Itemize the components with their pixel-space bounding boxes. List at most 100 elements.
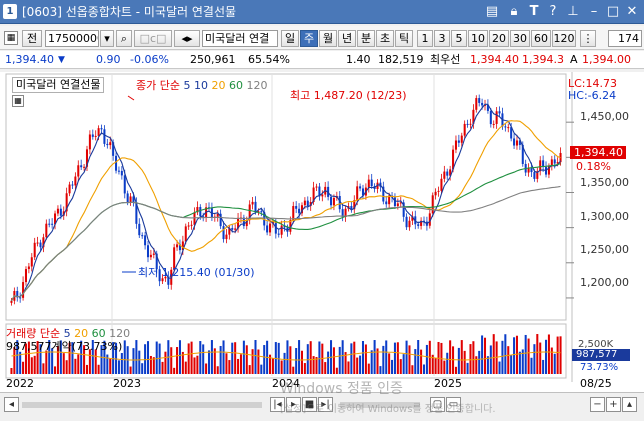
grid-toggle-icon[interactable]: ▦ (12, 95, 24, 107)
chart-legend: 미국달러 연결선물 (12, 77, 105, 93)
vol-ma-5: 5 (63, 327, 71, 340)
volume-bar (117, 360, 120, 374)
prev-next-icon[interactable]: ◂▸ (174, 30, 200, 47)
change-rate: -0.06% (130, 53, 169, 66)
best-ask: 1,394.40 (470, 53, 519, 66)
count-10[interactable]: 10 (468, 30, 488, 47)
volume-bar (370, 350, 373, 374)
font-icon[interactable]: T (526, 4, 542, 20)
volume-bar (399, 359, 402, 374)
period-minute[interactable]: 분 (357, 30, 375, 47)
minimize-icon[interactable]: – (586, 4, 602, 20)
y-tick-1200: 1,200,00 (580, 276, 629, 289)
candle-body (292, 206, 295, 221)
candle-body (417, 224, 420, 226)
layout-icon[interactable]: ▤ (484, 4, 500, 20)
candle-body (33, 242, 36, 258)
volume-bar (286, 340, 289, 374)
period-tick[interactable]: 틱 (395, 30, 413, 47)
count-field[interactable]: 174 (608, 30, 642, 47)
count-60[interactable]: 60 (531, 30, 551, 47)
code-dropdown-icon[interactable]: ▾ (100, 30, 114, 47)
lock-icon[interactable]: 🔒︎ (506, 4, 522, 20)
volume-bar (347, 361, 350, 374)
volume-bar (466, 362, 469, 374)
period-month[interactable]: 월 (319, 30, 337, 47)
period-week[interactable]: 주 (300, 30, 318, 47)
volume-bar (295, 348, 298, 374)
volume-bar (524, 334, 527, 374)
hc-label: HC:-6.24 (568, 89, 617, 102)
volume-bar (42, 363, 45, 374)
volume-bar (146, 341, 150, 374)
low-annotation: 최저 1,215.40 (01/30) (138, 266, 255, 279)
count-3[interactable]: 3 (434, 30, 450, 47)
candle-body (332, 197, 335, 206)
candle-body (80, 165, 83, 168)
candle-body (443, 171, 446, 179)
help-icon[interactable]: ? (545, 4, 561, 20)
volume-bar (373, 340, 376, 374)
volume-bar (292, 366, 295, 374)
volume-bar (545, 339, 548, 374)
pin-icon[interactable]: ⊥ (565, 4, 581, 20)
settings-icon[interactable]: ⋮ (580, 30, 596, 47)
ma-5: 5 (183, 79, 191, 92)
volume-bar (242, 340, 245, 374)
ma-line-60 (11, 163, 561, 302)
maximize-icon[interactable]: □ (605, 4, 621, 20)
code-input[interactable]: 17500000 (45, 30, 99, 47)
volume-bar (97, 364, 100, 374)
current-change: 0.18% (576, 160, 611, 173)
volume-bar (457, 347, 460, 374)
volume-legend: 거래량 단순 5 20 60 120 (6, 327, 130, 340)
volume-bar (481, 335, 484, 374)
candle-body (199, 206, 202, 217)
ma-60: 60 (228, 79, 243, 92)
volume-bar (135, 340, 138, 374)
volume-bar (123, 340, 126, 374)
volume-bar (550, 347, 553, 374)
count-5[interactable]: 5 (451, 30, 467, 47)
candle-body (454, 140, 457, 150)
count-120[interactable]: 120 (552, 30, 576, 47)
close-icon[interactable]: ✕ (624, 4, 640, 20)
period-year[interactable]: 년 (338, 30, 356, 47)
volume-bar (434, 358, 437, 374)
product-name-field[interactable]: 미국달러 연결 (202, 30, 278, 47)
candle-body (298, 208, 301, 214)
ma-legend: 종가 단순 5 10 20 60 120 (136, 79, 267, 92)
period-day[interactable]: 일 (281, 30, 299, 47)
count-1[interactable]: 1 (417, 30, 433, 47)
crosshair-icon[interactable]: ▴ (622, 397, 637, 412)
scroll-left-icon[interactable]: ◂ (4, 397, 19, 412)
count-20[interactable]: 20 (489, 30, 509, 47)
zoom-in-icon[interactable]: + (606, 397, 621, 412)
volume-bar (402, 354, 405, 374)
zoom-out-icon[interactable]: − (590, 397, 605, 412)
volume-bar (364, 344, 367, 374)
candle-body (126, 193, 129, 203)
open-interest: 182,519 (378, 53, 424, 66)
candle-body (176, 244, 179, 248)
title-bar: 1 [0603] 선옵종합차트 - 미국달러 연결선물 ▤ 🔒︎ T ? ⊥ –… (0, 0, 644, 24)
volume-bar (332, 347, 335, 374)
compare-button[interactable]: □c□ (134, 30, 172, 47)
volume-bar (254, 340, 257, 374)
candle-body (24, 269, 27, 283)
volume-bar (132, 348, 135, 374)
grid-icon[interactable]: ▦ (4, 31, 18, 45)
count-30[interactable]: 30 (510, 30, 530, 47)
volume-bar (518, 351, 521, 374)
volume-bar (271, 358, 274, 374)
volume-bar (359, 355, 362, 374)
scrollbar-track[interactable] (22, 402, 262, 408)
volume-bar (65, 360, 68, 374)
kind-select[interactable]: 전 (22, 30, 42, 47)
period-second[interactable]: 초 (376, 30, 394, 47)
search-icon[interactable]: ⌕ (116, 30, 132, 47)
candle-body (295, 206, 298, 209)
candle-body (22, 282, 25, 298)
x-tick-date: 08/25 (580, 377, 612, 390)
window-number-badge: 1 (3, 4, 17, 19)
